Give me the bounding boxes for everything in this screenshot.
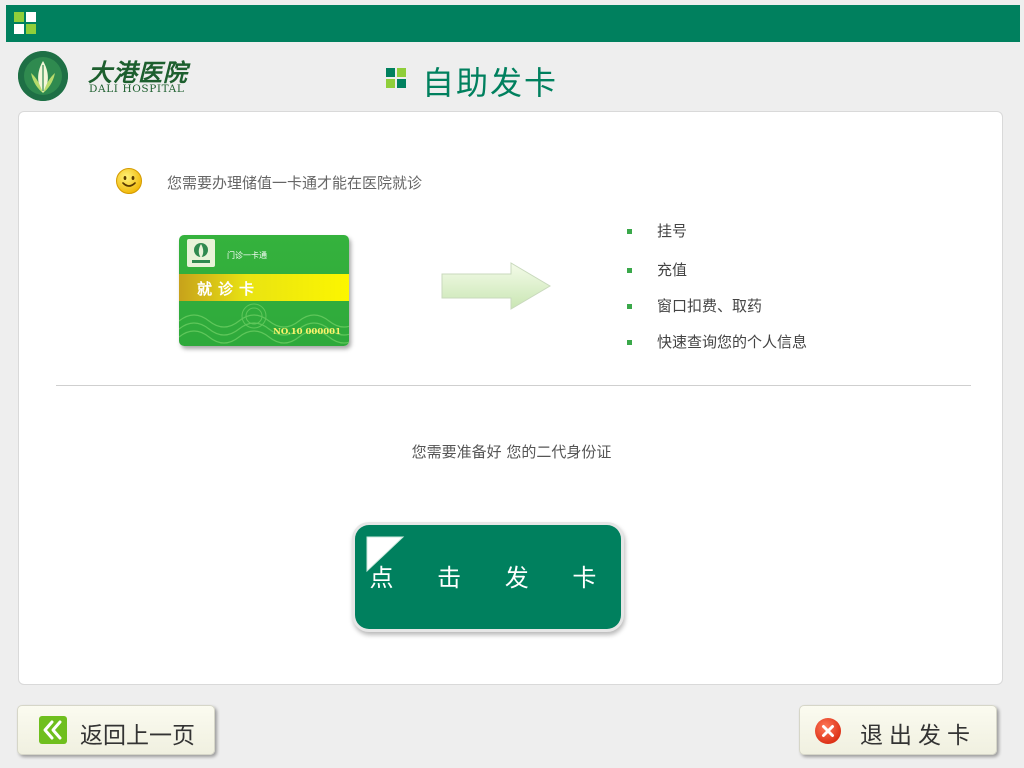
divider bbox=[56, 385, 971, 386]
bullet-icon bbox=[627, 268, 632, 273]
hospital-emblem-icon bbox=[18, 51, 68, 101]
exit-button[interactable]: 退出发卡 bbox=[799, 705, 997, 755]
medical-card-image: 门诊一卡通 就诊卡 NO.10 000001 bbox=[179, 235, 349, 346]
hospital-logo: 大港医院 DALI HOSPITAL bbox=[18, 50, 198, 104]
four-square-icon bbox=[14, 12, 36, 34]
card-top-text: 门诊一卡通 bbox=[227, 251, 267, 260]
top-bar bbox=[6, 5, 1020, 42]
page-title: 自助发卡 bbox=[422, 64, 559, 102]
issue-card-button-label: 点 击 发 卡 bbox=[369, 564, 615, 592]
card-wave-pattern bbox=[179, 303, 349, 344]
preparation-message: 您需要准备好 您的二代身份证 bbox=[411, 443, 612, 461]
arrow-right-icon bbox=[441, 262, 551, 310]
card-band: 就诊卡 bbox=[179, 274, 349, 301]
double-chevron-left-icon bbox=[39, 716, 67, 744]
bullet-icon bbox=[627, 229, 632, 234]
exit-button-label: 退出发卡 bbox=[860, 723, 976, 749]
close-circle-icon bbox=[814, 717, 842, 745]
bullet-icon bbox=[627, 304, 632, 309]
four-square-icon bbox=[386, 68, 406, 88]
hospital-name-en: DALI HOSPITAL bbox=[89, 83, 185, 95]
info-message: 您需要办理储值一卡通才能在医院就诊 bbox=[167, 174, 423, 192]
smiley-icon bbox=[115, 167, 143, 195]
back-button[interactable]: 返回上一页 bbox=[17, 705, 215, 755]
bullet-icon bbox=[627, 340, 632, 345]
main-panel: 您需要办理储值一卡通才能在医院就诊 门诊一卡通 就诊卡 NO.10 000001 bbox=[18, 111, 1003, 685]
card-number: NO.10 000001 bbox=[273, 327, 341, 337]
back-button-label: 返回上一页 bbox=[80, 723, 195, 749]
issue-card-button[interactable]: 点 击 发 卡 bbox=[355, 525, 621, 629]
card-logo-icon bbox=[187, 239, 215, 267]
card-band-text: 就诊卡 bbox=[197, 280, 261, 298]
